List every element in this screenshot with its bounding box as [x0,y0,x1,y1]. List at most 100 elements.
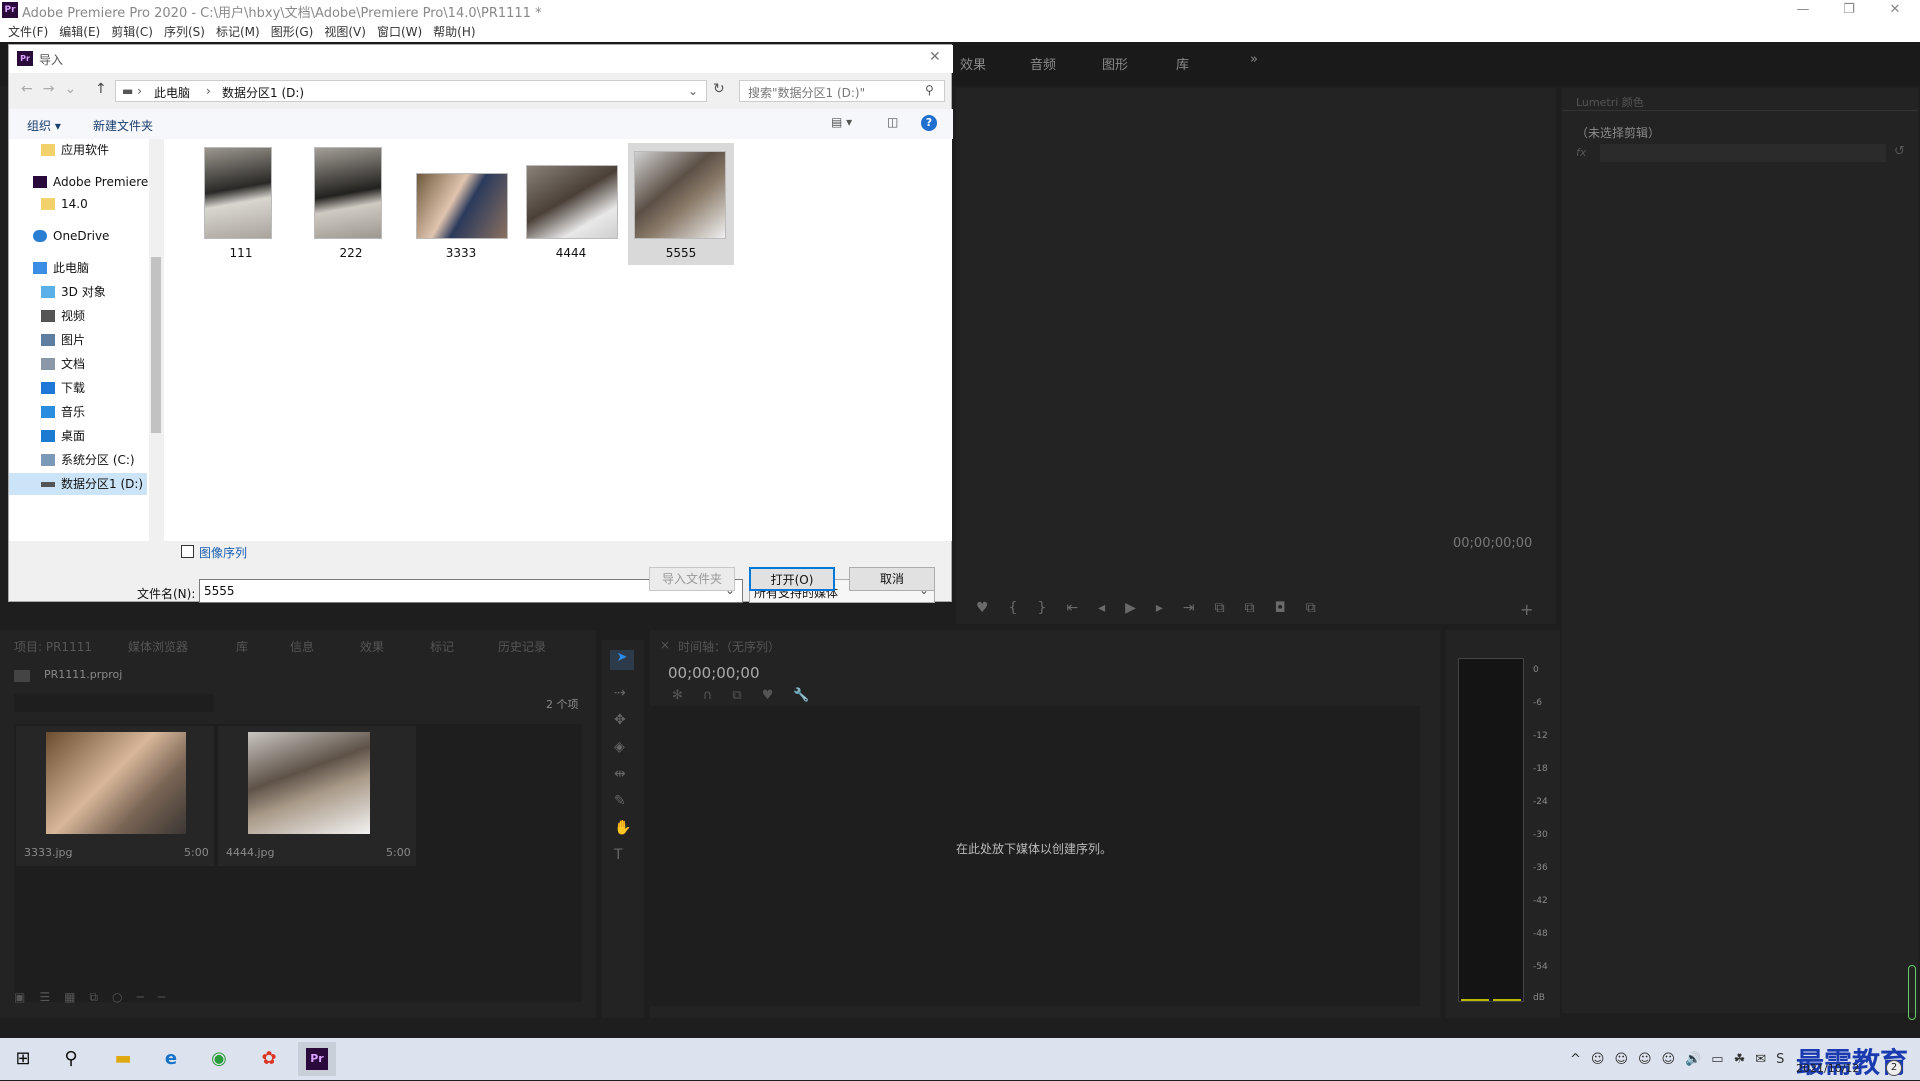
dialog-close-icon[interactable]: ✕ [929,49,941,65]
nav-item-drive-c[interactable]: 系统分区 (C:) [41,449,135,471]
search-input[interactable]: 搜索"数据分区1 (D:)" [739,80,945,102]
address-bar[interactable]: ▬ › 此电脑 › 数据分区1 (D:) ⌄ [115,80,707,102]
menu-view[interactable]: 视图(V) [324,22,366,42]
menu-window[interactable]: 窗口(W) [377,22,422,42]
notification-badge[interactable]: 2 [1886,1060,1902,1076]
restore-icon[interactable]: ❐ [1826,0,1872,22]
menu-help[interactable]: 帮助(H) [433,22,475,42]
new-folder-button[interactable]: 新建文件夹 [93,117,153,134]
open-button[interactable]: 打开(O) [749,567,835,591]
tab-library[interactable]: 库 [236,638,248,655]
workspace-more-icon[interactable]: » [1250,52,1258,67]
help-icon[interactable]: ? [921,115,937,131]
tab-media-browser[interactable]: 媒体浏览器 [128,638,188,655]
audio-meter-bar [1458,658,1524,1002]
window-titlebar: Pr Adobe Premiere Pro 2020 - C:\用户\hbxy\… [0,0,1920,22]
back-forward-icons[interactable]: ←→⌄ [21,81,86,97]
tab-libraries-top[interactable]: 库 [1176,54,1189,73]
nav-item-14[interactable]: 14.0 [41,193,88,215]
scroll-indicator[interactable] [1908,965,1916,1020]
search-icon[interactable]: ⚲ [925,83,934,97]
close-icon[interactable]: ✕ [1872,0,1918,22]
cancel-button[interactable]: 取消 [849,567,935,591]
refresh-icon[interactable]: ↻ [713,81,725,97]
meter-label: -18 [1533,764,1548,774]
menu-bar: 文件(F) 编辑(E) 剪辑(C) 序列(S) 标记(M) 图形(G) 视图(V) 窗口(W)… [0,22,1920,42]
scrollbar-thumb[interactable] [151,257,161,433]
minimize-icon[interactable]: — [1780,0,1826,22]
tab-effects[interactable]: 效果 [360,638,384,655]
clip-card[interactable]: 4444.jpg 5:00 [218,726,416,866]
file-item-selected[interactable]: 5555 [628,143,734,265]
menu-clip[interactable]: 剪辑(C) [111,22,153,42]
program-timecode: 00;00;00;00 [1453,536,1533,551]
tab-info[interactable]: 信息 [290,638,314,655]
image-sequence-label[interactable]: 图像序列 [199,544,247,561]
menu-marker[interactable]: 标记(M) [216,22,260,42]
file-thumbnail [634,151,726,239]
search-icon[interactable]: ⚲ [52,1042,90,1076]
nav-item-downloads[interactable]: 下载 [41,377,85,399]
nav-item-desktop[interactable]: 桌面 [41,425,85,447]
organize-button[interactable]: 组织 ▾ [27,117,61,134]
system-tray-icons[interactable]: ^☺☺☺☺🔊▭☘✉S [1570,1052,1794,1067]
tab-effects-top[interactable]: 效果 [960,54,986,73]
tab-history[interactable]: 历史记录 [498,638,546,655]
up-icon[interactable]: ↑ [95,81,107,97]
filename-label: 文件名(N): [137,587,196,601]
cloud-icon [33,230,47,242]
nav-item-drive-d[interactable]: 数据分区1 (D:) [9,473,147,495]
start-icon[interactable]: ⊞ [4,1042,42,1076]
project-search-input[interactable] [14,694,214,712]
program-transport-controls[interactable]: ♥{}⇤◂▶▸⇥⧉⧉◘⧉ [976,600,1336,616]
selection-tool-icon[interactable]: ➤ [610,650,634,670]
preview-pane-icon[interactable]: ◫ [887,115,898,129]
reset-icon[interactable]: ↺ [1894,144,1905,159]
nav-item-onedrive[interactable]: OneDrive [33,225,109,247]
premiere-taskbar-icon[interactable]: Pr [298,1042,336,1076]
menu-edit[interactable]: 编辑(E) [59,22,100,42]
file-thumbnail [314,147,382,239]
timeline-close-icon[interactable]: × [660,638,670,652]
file-item[interactable]: 3333 [408,147,514,265]
file-item[interactable]: 222 [298,147,404,265]
nav-item-video[interactable]: 视频 [41,305,85,327]
add-button-icon[interactable]: + [1520,600,1533,619]
file-item[interactable]: 4444 [518,147,624,265]
view-mode-icon[interactable]: ▤ ▾ [831,115,852,129]
nav-item-adobe-premiere[interactable]: Adobe Premiere [33,171,148,193]
nav-item-apps[interactable]: 应用软件 [41,139,109,161]
breadcrumb-drive[interactable]: 数据分区1 (D:) [222,84,304,101]
nav-scrollbar[interactable] [149,139,163,541]
tool-icons[interactable]: ⇢ ✥ ◈ ⇹ ✎ ✋ T [614,680,631,869]
address-dropdown-icon[interactable]: ⌄ [688,84,698,98]
lumetri-source-select[interactable] [1600,144,1886,162]
breadcrumb-this-pc[interactable]: 此电脑 [154,84,190,101]
tab-markers[interactable]: 标记 [430,638,454,655]
chrome-icon[interactable]: ◉ [200,1042,238,1076]
app-icon[interactable]: ✿ [250,1042,288,1076]
file-explorer-icon[interactable]: ▬ [104,1042,142,1076]
menu-graphics[interactable]: 图形(G) [271,22,314,42]
project-footer-controls[interactable]: ▣☰▦⧉○── [14,990,179,1005]
tab-graphics-top[interactable]: 图形 [1102,54,1128,73]
timeline-controls[interactable]: ✻∩⧉♥🔧 [672,688,830,703]
edge-icon[interactable]: e [152,1042,190,1076]
lumetri-title[interactable]: Lumetri 颜色 [1576,94,1644,110]
nav-item-documents[interactable]: 文档 [41,353,85,375]
nav-item-music[interactable]: 音乐 [41,401,85,423]
nav-item-3d[interactable]: 3D 对象 [41,281,106,303]
tab-audio-top[interactable]: 音频 [1030,54,1056,73]
file-item[interactable]: 111 [188,147,294,265]
nav-item-pictures[interactable]: 图片 [41,329,85,351]
image-sequence-checkbox[interactable] [181,545,194,558]
nav-item-this-pc[interactable]: 此电脑 [33,257,89,279]
menu-sequence[interactable]: 序列(S) [164,22,205,42]
clock-date: 2021/10/12 [1796,1062,1860,1075]
clip-card[interactable]: 3333.jpg 5:00 [16,726,214,866]
tab-project[interactable]: 项目: PR1111 [14,638,92,655]
timeline-drop-area[interactable]: 在此处放下媒体以创建序列。 [650,706,1420,1006]
timeline-tab[interactable]: 时间轴：（无序列） [678,638,780,655]
menu-file[interactable]: 文件(F) [8,22,48,42]
import-folder-button[interactable]: 导入文件夹 [649,567,735,591]
